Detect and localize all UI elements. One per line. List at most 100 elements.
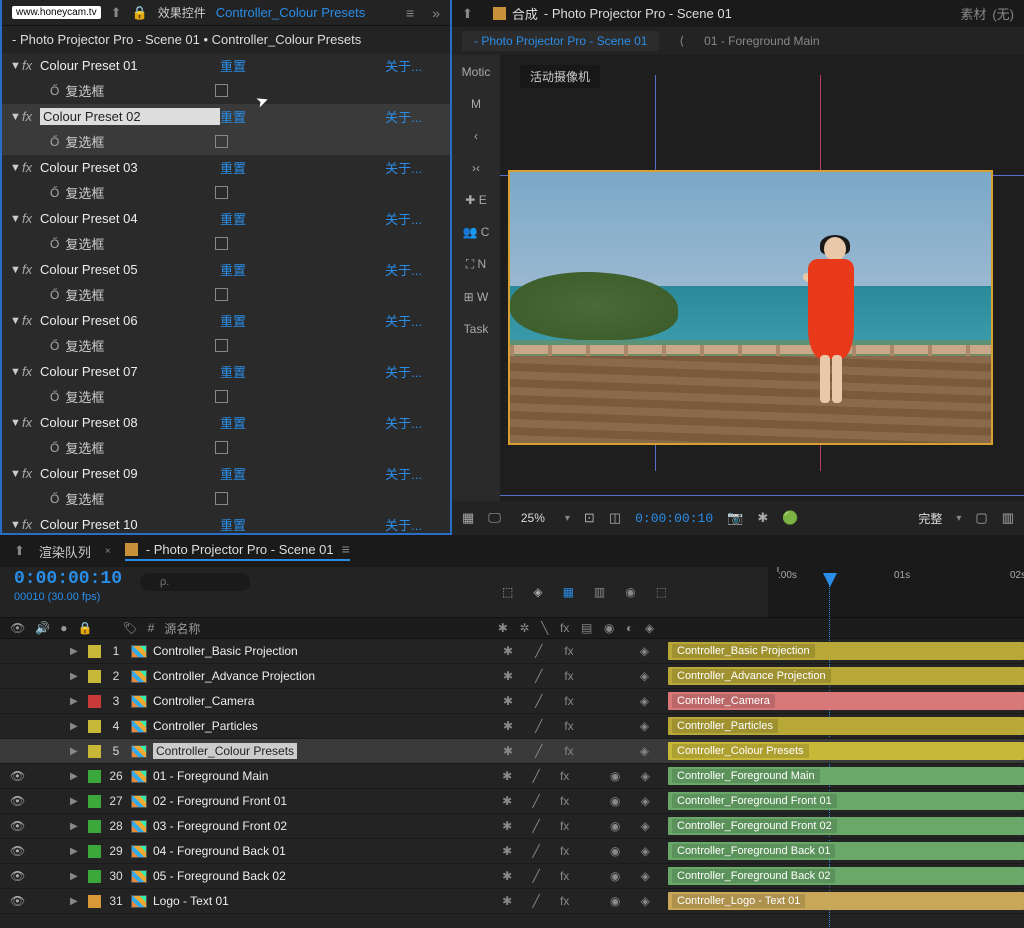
visibility-icon[interactable]: 👁 bbox=[10, 844, 24, 858]
timecode[interactable]: 0:00:00:10 bbox=[635, 511, 713, 526]
label-color[interactable] bbox=[88, 695, 101, 708]
tool-snap[interactable]: ◉ bbox=[625, 585, 635, 599]
label-color[interactable] bbox=[88, 670, 101, 683]
motion-blur-switch[interactable]: ◉ bbox=[610, 819, 620, 833]
zoom-level[interactable]: 25% bbox=[515, 511, 551, 525]
collapse-icon[interactable]: ✲ bbox=[519, 621, 529, 635]
reset-link[interactable]: 重置 bbox=[220, 56, 300, 75]
up-icon[interactable]: ⬆ bbox=[14, 543, 25, 559]
3d-switch[interactable]: ◈ bbox=[641, 844, 650, 858]
about-link[interactable]: 关于... bbox=[385, 107, 422, 126]
stopwatch-icon[interactable]: Ő bbox=[50, 84, 59, 98]
layer-name[interactable]: 04 - Foreground Back 01 bbox=[153, 844, 286, 858]
label-color[interactable] bbox=[88, 770, 101, 783]
about-link[interactable]: 关于... bbox=[385, 515, 422, 533]
quality-switch[interactable]: ╱ bbox=[532, 769, 539, 783]
tool-motic[interactable]: Motic bbox=[462, 65, 491, 79]
tool-w[interactable]: ⊞ W bbox=[464, 290, 489, 304]
stopwatch-icon[interactable]: Ő bbox=[50, 237, 59, 251]
preset-7[interactable]: ▼fxColour Preset 07重置关于...Ő复选框 bbox=[2, 359, 450, 410]
tool-m[interactable]: M bbox=[471, 97, 481, 111]
about-link[interactable]: 关于... bbox=[385, 158, 422, 177]
twirl-icon[interactable]: ▶ bbox=[70, 796, 82, 807]
fx-icon[interactable]: fx bbox=[22, 262, 40, 277]
layer-name[interactable]: 05 - Foreground Back 02 bbox=[153, 869, 286, 883]
quality-switch[interactable]: ╱ bbox=[532, 819, 539, 833]
tab-composition[interactable]: 合成 - Photo Projector Pro - Scene 01 bbox=[493, 4, 732, 23]
quality-switch[interactable]: ╱ bbox=[535, 744, 542, 758]
reset-link[interactable]: 重置 bbox=[220, 260, 300, 279]
reset-link[interactable]: 重置 bbox=[220, 158, 300, 177]
fx-icon[interactable]: fx bbox=[22, 58, 40, 73]
tool-swap[interactable]: ›‹ bbox=[472, 161, 480, 175]
layer-name[interactable]: Logo - Text 01 bbox=[153, 894, 229, 908]
layer-name[interactable]: Controller_Camera bbox=[153, 694, 254, 708]
preset-1[interactable]: ▼fxColour Preset 01重置关于...Ő复选框 bbox=[2, 53, 450, 104]
shy-switch[interactable]: ✱ bbox=[503, 644, 513, 658]
breadcrumb-link[interactable]: - Photo Projector Pro - Scene 01 bbox=[462, 31, 659, 51]
twirl-icon[interactable]: ▶ bbox=[70, 871, 82, 882]
preset-6[interactable]: ▼fxColour Preset 06重置关于...Ő复选框 bbox=[2, 308, 450, 359]
camera-icon[interactable]: 📷 bbox=[727, 510, 743, 526]
quality-switch[interactable]: ╱ bbox=[535, 669, 542, 683]
layer-bar[interactable]: Controller_Basic Projection bbox=[668, 642, 1024, 660]
quality-select[interactable]: 完整 bbox=[918, 510, 942, 527]
3d-switch[interactable]: ◈ bbox=[640, 644, 649, 658]
lock-icon[interactable]: 🔒 bbox=[132, 5, 148, 21]
fx-switch[interactable]: fx bbox=[564, 744, 573, 758]
monitor-icon[interactable]: 🖵 bbox=[488, 510, 501, 526]
col-eye-icon[interactable]: 👁 bbox=[10, 621, 25, 635]
motion-blur-switch[interactable]: ◉ bbox=[610, 844, 620, 858]
fx-icon[interactable]: fx bbox=[22, 466, 40, 481]
label-color[interactable] bbox=[88, 895, 101, 908]
fx-icon[interactable]: fx bbox=[22, 160, 40, 175]
shy-switch[interactable]: ✱ bbox=[502, 844, 512, 858]
3d-switch[interactable]: ◈ bbox=[640, 719, 649, 733]
twirl-icon[interactable]: ▼ bbox=[10, 366, 22, 378]
layer-row[interactable]: 👁▶2601 - Foreground Main✱╱fx◉◈Controller… bbox=[0, 764, 1024, 789]
checkbox[interactable] bbox=[215, 84, 228, 97]
tool-3d[interactable]: ◈ bbox=[533, 585, 542, 599]
label-color[interactable] bbox=[88, 745, 101, 758]
motion-blur-switch[interactable]: ◉ bbox=[610, 794, 620, 808]
label-color[interactable] bbox=[88, 645, 101, 658]
visibility-icon[interactable]: 👁 bbox=[10, 819, 24, 833]
about-link[interactable]: 关于... bbox=[385, 311, 422, 330]
reset-link[interactable]: 重置 bbox=[220, 209, 300, 228]
layer-bar[interactable]: Controller_Foreground Front 02 bbox=[668, 817, 1024, 835]
checkbox[interactable] bbox=[215, 390, 228, 403]
fx-switch[interactable]: fx bbox=[564, 694, 573, 708]
twirl-icon[interactable]: ▶ bbox=[70, 896, 82, 907]
twirl-icon[interactable]: ▶ bbox=[70, 646, 82, 657]
preset-4[interactable]: ▼fxColour Preset 04重置关于...Ő复选框 bbox=[2, 206, 450, 257]
checkbox[interactable] bbox=[215, 135, 228, 148]
fx-icon[interactable]: fx bbox=[22, 313, 40, 328]
color-icon[interactable]: 🟢 bbox=[782, 510, 798, 526]
quality-switch[interactable]: ╱ bbox=[535, 644, 542, 658]
reset-link[interactable]: 重置 bbox=[220, 311, 300, 330]
tool-chevron-left[interactable]: ‹ bbox=[474, 129, 478, 143]
checkbox[interactable] bbox=[215, 339, 228, 352]
label-color[interactable] bbox=[88, 845, 101, 858]
twirl-icon[interactable]: ▼ bbox=[10, 417, 22, 429]
shy-switch[interactable]: ✱ bbox=[502, 894, 512, 908]
comp-preview[interactable] bbox=[508, 170, 993, 445]
preset-2[interactable]: ▼fxColour Preset 02重置关于...Ő复选框 bbox=[2, 104, 450, 155]
fx-switch[interactable]: fx bbox=[560, 869, 569, 883]
layer-bar[interactable]: Controller_Logo - Text 01 bbox=[668, 892, 1024, 910]
3d-switch[interactable]: ◈ bbox=[641, 869, 650, 883]
grid-icon[interactable]: ▦ bbox=[462, 510, 474, 526]
reset-link[interactable]: 重置 bbox=[220, 515, 300, 533]
adjustment-icon[interactable]: ◐ bbox=[626, 621, 633, 635]
fx-icon[interactable]: fx bbox=[560, 621, 569, 635]
about-link[interactable]: 关于... bbox=[385, 209, 422, 228]
fx-icon[interactable]: fx bbox=[22, 211, 40, 226]
hamburger-icon[interactable]: ≡ bbox=[342, 541, 350, 557]
stopwatch-icon[interactable]: Ő bbox=[50, 492, 59, 506]
hamburger-icon[interactable]: ≡ bbox=[406, 5, 414, 21]
view1-icon[interactable]: ▢ bbox=[975, 510, 987, 526]
twirl-icon[interactable]: ▼ bbox=[10, 213, 22, 225]
layer-bar[interactable]: Controller_Foreground Back 01 bbox=[668, 842, 1024, 860]
3d-switch[interactable]: ◈ bbox=[641, 894, 650, 908]
layer-name[interactable]: 01 - Foreground Main bbox=[153, 769, 268, 783]
